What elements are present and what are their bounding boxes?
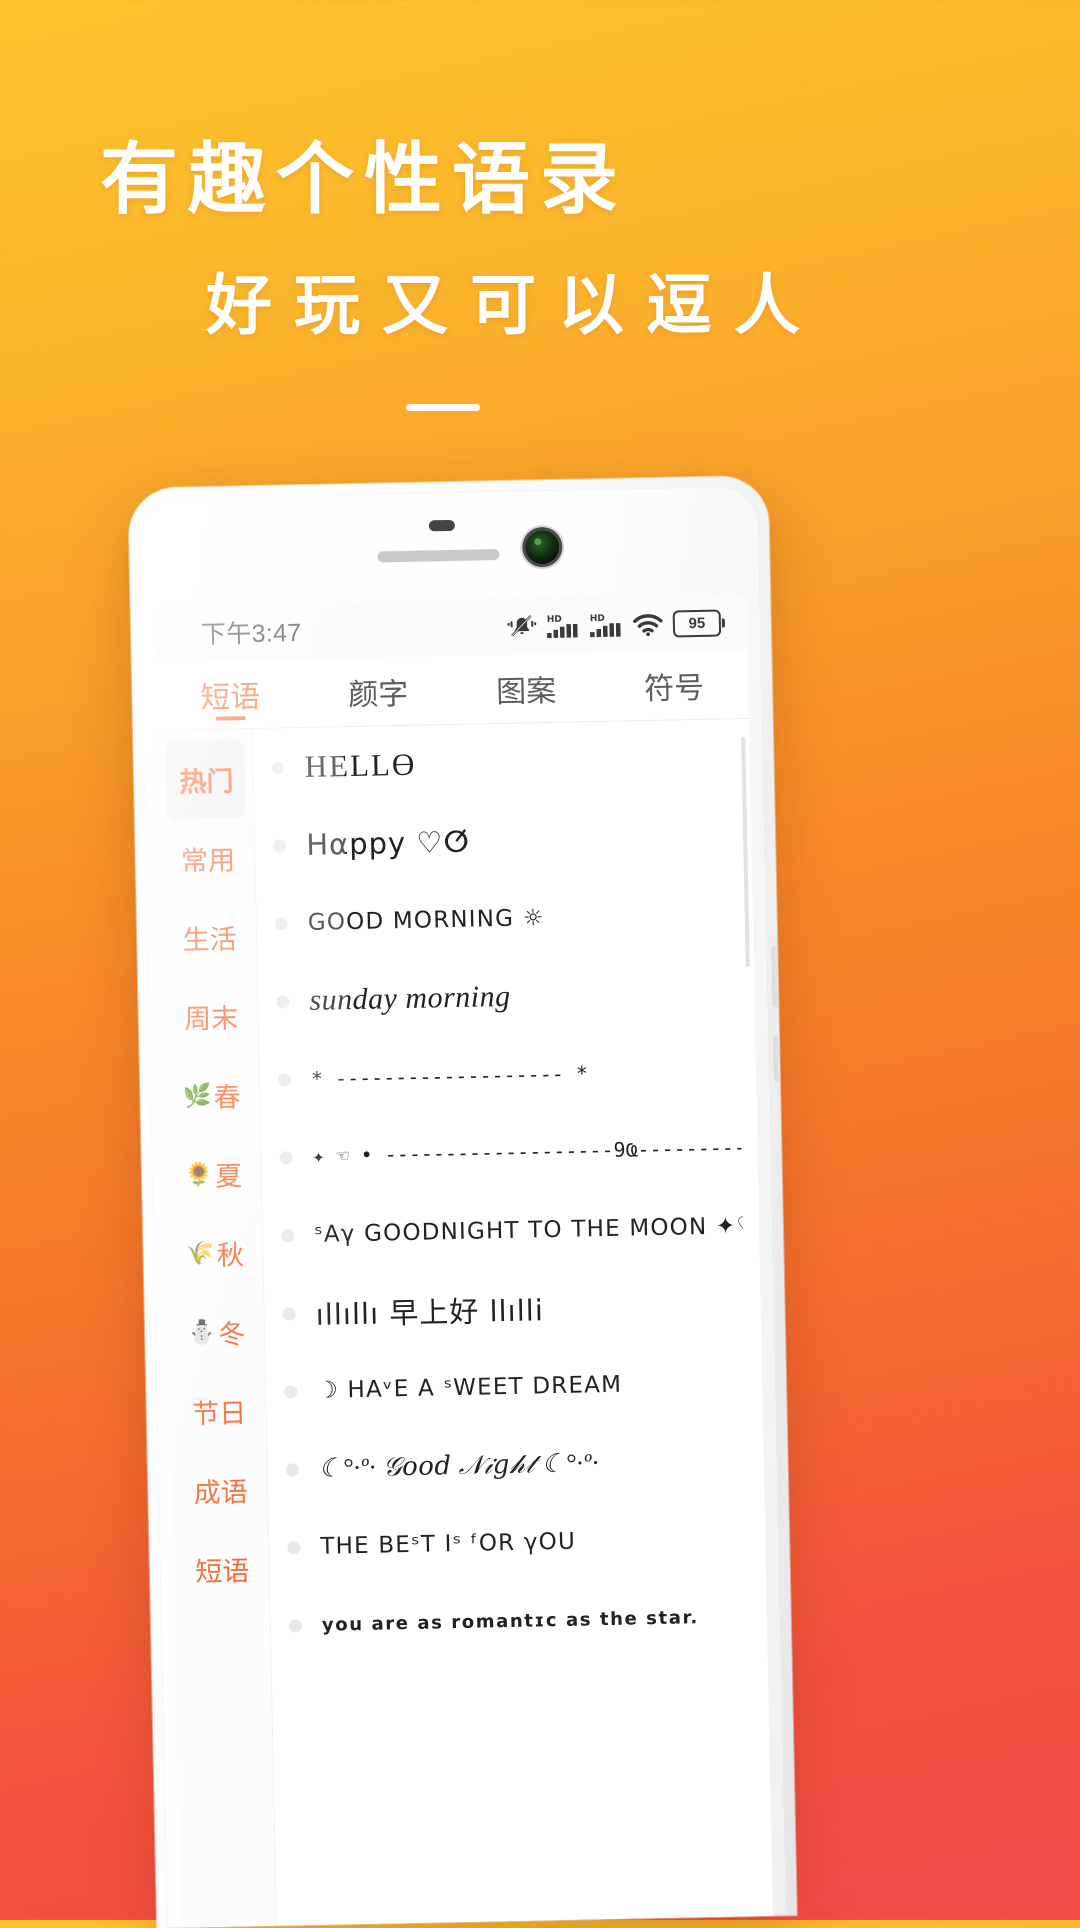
sidebar-item-zhoumo[interactable]: 周末 bbox=[170, 976, 251, 1057]
svg-text:HD: HD bbox=[547, 615, 562, 625]
list-item[interactable]: ✦ ☜ • -------------------9Ҩ-------------… bbox=[261, 1109, 758, 1197]
list-item[interactable]: THE BEˢT Iˢ ᶠOR γOU bbox=[269, 1499, 766, 1587]
bullet-icon bbox=[282, 1306, 296, 1320]
tab-label: 符号 bbox=[643, 671, 705, 707]
list-item[interactable]: Hαppy ♡ⵚ bbox=[254, 797, 751, 885]
wheat-icon: 🌾 bbox=[185, 1239, 215, 1267]
list-item[interactable]: HELLϴ bbox=[253, 719, 750, 807]
bullet-icon bbox=[273, 838, 287, 853]
phrase-text: ✦ ☜ • -------------------9Ҩ-------------… bbox=[312, 1135, 742, 1168]
phrase-text: sunday morning bbox=[309, 979, 511, 1017]
list-item[interactable]: ˢAγ GOODNIGHT TO THE MOON ✦♡✧☽ bbox=[262, 1187, 759, 1275]
phrase-list: HELLϴ Hαppy ♡ⵚ GOOD MORNING ☼ sunday mor… bbox=[252, 719, 773, 1927]
status-time: 下午3:47 bbox=[200, 618, 302, 649]
sidebar-item-dong[interactable]: ⛄ 冬 bbox=[176, 1292, 257, 1373]
sidebar-item-remen[interactable]: 热门 bbox=[165, 739, 246, 820]
promo-divider bbox=[406, 404, 480, 411]
tab-active-underline bbox=[512, 710, 542, 715]
bullet-icon bbox=[288, 1618, 303, 1632]
battery-icon: 95 bbox=[672, 609, 722, 638]
promo-headline-line2: 好玩又可以逗人 bbox=[206, 268, 822, 342]
sidebar-item-label: 短语 bbox=[195, 1556, 250, 1588]
bullet-icon bbox=[285, 1462, 299, 1476]
tab-fuhao[interactable]: 符号 bbox=[599, 650, 748, 721]
sidebar-item-xia[interactable]: 🌻 夏 bbox=[173, 1134, 254, 1215]
sidebar-item-duanyu[interactable]: 短语 bbox=[181, 1529, 262, 1610]
tab-active-underline bbox=[215, 716, 246, 721]
battery-level-label: 95 bbox=[688, 614, 706, 632]
bullet-icon bbox=[276, 994, 290, 1009]
main-content: 热门 常用 生活 周末 🌿 春 🌻 夏 🌾 秋 ⛄ 冬 节日 成语 短语 HEL… bbox=[156, 719, 773, 1928]
sidebar-item-shenghuo[interactable]: 生活 bbox=[168, 897, 249, 978]
phrase-text: Hαppy ♡ⵚ bbox=[305, 824, 471, 862]
bullet-icon bbox=[274, 916, 288, 931]
sidebar-item-label: 成语 bbox=[193, 1477, 249, 1509]
bullet-icon bbox=[279, 1150, 293, 1165]
sidebar-item-changyong[interactable]: 常用 bbox=[167, 818, 248, 899]
sidebar-item-label: 春 bbox=[213, 1082, 241, 1113]
bullet-icon bbox=[280, 1228, 295, 1243]
phone-volume-button bbox=[773, 1035, 784, 1082]
phone-mockup: 下午3:47 HD HD 95 短语 颜字 图案 符号 热门 常用 生活 周末 … bbox=[128, 475, 797, 1928]
sidebar-item-chun[interactable]: 🌿 春 bbox=[171, 1055, 252, 1136]
leaf-icon: 🌿 bbox=[182, 1081, 212, 1109]
phrase-text: ˢAγ GOODNIGHT TO THE MOON ✦♡✧☽ bbox=[313, 1213, 744, 1248]
tab-label: 短语 bbox=[199, 680, 261, 716]
sidebar-item-qiu[interactable]: 🌾 秋 bbox=[175, 1213, 256, 1294]
list-item[interactable]: ıllıllı 早上好 llılli bbox=[264, 1265, 761, 1353]
bullet-icon bbox=[284, 1384, 298, 1398]
sidebar-item-chengyu[interactable]: 成语 bbox=[179, 1450, 260, 1531]
phrase-text: ıllıllı 早上好 llılli bbox=[315, 1293, 545, 1332]
sidebar-item-label: 夏 bbox=[214, 1161, 243, 1192]
phrase-text: * ------------------- * bbox=[310, 1061, 589, 1091]
sidebar-item-label: 节日 bbox=[191, 1398, 247, 1430]
tab-duanyu[interactable]: 短语 bbox=[156, 659, 305, 730]
snowman-icon: ⛄ bbox=[187, 1318, 217, 1346]
phrase-text: THE BEˢT Iˢ ᶠOR γOU bbox=[320, 1528, 577, 1560]
mute-icon bbox=[507, 615, 537, 637]
svg-text:HD: HD bbox=[590, 614, 605, 624]
phone-screen: 下午3:47 HD HD 95 短语 颜字 图案 符号 热门 常用 生活 周末 … bbox=[154, 594, 773, 1928]
tab-label: 图案 bbox=[495, 674, 557, 710]
sidebar-item-label: 冬 bbox=[218, 1319, 246, 1350]
tab-yanzi[interactable]: 颜字 bbox=[304, 656, 453, 727]
sidebar-item-label: 生活 bbox=[182, 924, 237, 956]
phrase-text: ☽ HAᵛE A ˢWEET DREAM bbox=[316, 1371, 623, 1404]
list-item[interactable]: * ------------------- * bbox=[259, 1031, 756, 1119]
sidebar-item-label: 周末 bbox=[183, 1003, 239, 1035]
sidebar-item-label: 常用 bbox=[180, 845, 236, 877]
tab-active-underline bbox=[660, 707, 690, 712]
wifi-icon bbox=[633, 614, 663, 637]
phrase-text: ☾°·º· 𝒢𝑜𝑜𝑑 𝒩𝒾𝑔𝒽𝓉 ☾°·º· bbox=[318, 1447, 600, 1483]
tab-active-underline bbox=[364, 713, 394, 718]
bullet-icon bbox=[277, 1072, 292, 1087]
tab-label: 颜字 bbox=[347, 677, 409, 713]
tab-bar: 短语 颜字 图案 符号 bbox=[155, 650, 749, 731]
phrase-text: you are as romantɪc as the star. bbox=[321, 1606, 700, 1636]
list-item[interactable]: ☽ HAᵛE A ˢWEET DREAM bbox=[265, 1343, 762, 1431]
list-item[interactable]: GOOD MORNING ☼ bbox=[256, 875, 753, 963]
sidebar-item-label: 热门 bbox=[179, 766, 234, 798]
list-item[interactable]: sunday morning bbox=[258, 953, 755, 1041]
sidebar-item-jieri[interactable]: 节日 bbox=[178, 1371, 259, 1452]
bullet-icon bbox=[287, 1540, 301, 1554]
phone-power-button bbox=[771, 945, 782, 1008]
tab-tuan[interactable]: 图案 bbox=[451, 653, 600, 724]
phrase-text: HELLϴ bbox=[304, 746, 417, 784]
sidebar-item-label: 秋 bbox=[216, 1240, 245, 1271]
promo-headline-line1: 有趣个性语录 bbox=[100, 135, 629, 223]
hd-signal-icon: HD bbox=[590, 614, 621, 638]
list-item[interactable]: ☾°·º· 𝒢𝑜𝑜𝑑 𝒩𝒾𝑔𝒽𝓉 ☾°·º· bbox=[267, 1421, 764, 1509]
hd-signal-icon: HD bbox=[547, 615, 578, 639]
phrase-text: GOOD MORNING ☼ bbox=[307, 905, 545, 936]
status-icon-group: HD HD 95 bbox=[507, 609, 722, 640]
sun-icon: 🌻 bbox=[184, 1160, 214, 1188]
bullet-icon bbox=[271, 760, 285, 775]
list-item[interactable]: you are as romantɪc as the star. bbox=[270, 1577, 767, 1665]
proximity-sensor-icon bbox=[428, 519, 455, 532]
